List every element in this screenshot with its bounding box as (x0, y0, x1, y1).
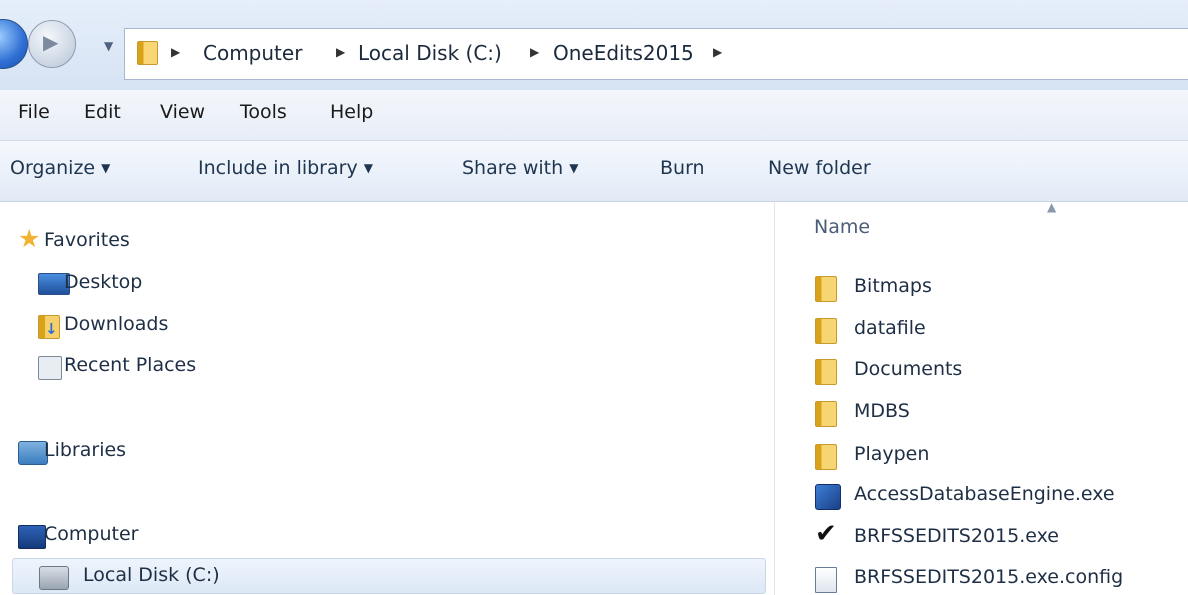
menu-bar: File Edit View Tools Help (0, 90, 1188, 141)
star-icon: ★ (18, 224, 41, 253)
breadcrumb-separator-icon[interactable]: ▶ (530, 45, 539, 59)
nav-desktop[interactable]: Desktop (0, 266, 760, 300)
menu-tools[interactable]: Tools (240, 101, 287, 123)
list-item-label: Playpen (854, 443, 930, 465)
sort-ascending-icon: ▲ (1047, 200, 1057, 214)
nav-favorites[interactable]: ★ Favorites (0, 224, 760, 258)
recent-pages-dropdown-icon[interactable]: ▼ (104, 39, 113, 53)
checkmark-icon: ✔ (815, 519, 837, 549)
nav-recent-places-label: Recent Places (64, 354, 197, 376)
nav-computer[interactable]: Computer (0, 518, 760, 552)
nav-desktop-label: Desktop (64, 271, 143, 293)
folder-icon (137, 41, 158, 65)
recent-places-icon (38, 356, 62, 380)
folder-icon (815, 401, 837, 427)
organize-label: Organize (10, 157, 96, 179)
breadcrumb[interactable]: ▶ Computer ▶ Local Disk (C:) ▶ OneEdits2… (124, 28, 1188, 80)
list-item-label: BRFSSEDITS2015.exe (854, 525, 1059, 547)
list-item-label: BRFSSEDITS2015.exe.config (854, 566, 1124, 588)
folder-icon (815, 318, 837, 344)
breadcrumb-separator-icon[interactable]: ▶ (171, 45, 180, 59)
chevron-down-icon: ▼ (569, 161, 579, 175)
navigation-pane: ★ Favorites Desktop Downloads Recent Pla… (0, 202, 775, 595)
list-item-label: MDBS (854, 400, 910, 422)
nav-downloads-label: Downloads (64, 313, 169, 335)
list-item-label: datafile (854, 317, 926, 339)
menu-help[interactable]: Help (330, 101, 373, 123)
downloads-icon (38, 315, 60, 339)
nav-libraries-label: Libraries (44, 439, 127, 461)
list-item-label: AccessDatabaseEngine.exe (854, 483, 1115, 505)
forward-arrow-icon: ▶ (43, 30, 59, 54)
nav-local-disk[interactable]: Local Disk (C:) (12, 558, 766, 594)
nav-favorites-label: Favorites (44, 229, 130, 251)
list-item-label: Documents (854, 358, 963, 380)
folder-icon (815, 276, 837, 302)
computer-icon (18, 525, 46, 549)
share-with-button[interactable]: Share with ▼ (462, 157, 578, 179)
nav-recent-places[interactable]: Recent Places (0, 349, 760, 383)
include-in-library-label: Include in library (198, 157, 358, 179)
nav-libraries[interactable]: Libraries (0, 434, 760, 468)
breadcrumb-separator-icon[interactable]: ▶ (336, 45, 345, 59)
command-bar: Organize ▼ Include in library ▼ Share with… (0, 141, 1188, 202)
breadcrumb-oneedits2015[interactable]: OneEdits2015 (553, 41, 694, 65)
forward-button[interactable]: ▶ (28, 20, 76, 68)
menu-file[interactable]: File (18, 101, 50, 123)
menu-view[interactable]: View (160, 101, 205, 123)
local-disk-icon (39, 566, 69, 590)
chevron-down-icon: ▼ (363, 161, 373, 175)
breadcrumb-local-disk[interactable]: Local Disk (C:) (358, 41, 502, 65)
breadcrumb-separator-icon[interactable]: ▶ (713, 45, 722, 59)
breadcrumb-computer[interactable]: Computer (203, 41, 302, 65)
new-folder-button[interactable]: New folder (768, 157, 871, 179)
address-bar-area: ▶ ▼ ▶ Computer ▶ Local Disk (C:) ▶ OneEd… (0, 0, 1188, 91)
nav-computer-label: Computer (44, 523, 139, 545)
chevron-down-icon: ▼ (101, 161, 111, 175)
file-list: ▲ Name Bitmaps datafile Documents MDBS P… (775, 200, 1188, 595)
column-header-name[interactable]: Name (814, 216, 870, 238)
config-file-icon (815, 567, 837, 593)
menu-edit[interactable]: Edit (84, 101, 121, 123)
folder-icon (815, 444, 837, 470)
share-with-label: Share with (462, 157, 564, 179)
folder-icon (815, 359, 837, 385)
back-button[interactable] (0, 19, 28, 69)
organize-button[interactable]: Organize ▼ (10, 157, 110, 179)
list-item-label: Bitmaps (854, 275, 932, 297)
nav-local-disk-label: Local Disk (C:) (83, 564, 220, 586)
burn-button[interactable]: Burn (660, 157, 705, 179)
nav-downloads[interactable]: Downloads (0, 308, 760, 342)
include-in-library-button[interactable]: Include in library ▼ (198, 157, 373, 179)
installer-icon (815, 484, 841, 510)
